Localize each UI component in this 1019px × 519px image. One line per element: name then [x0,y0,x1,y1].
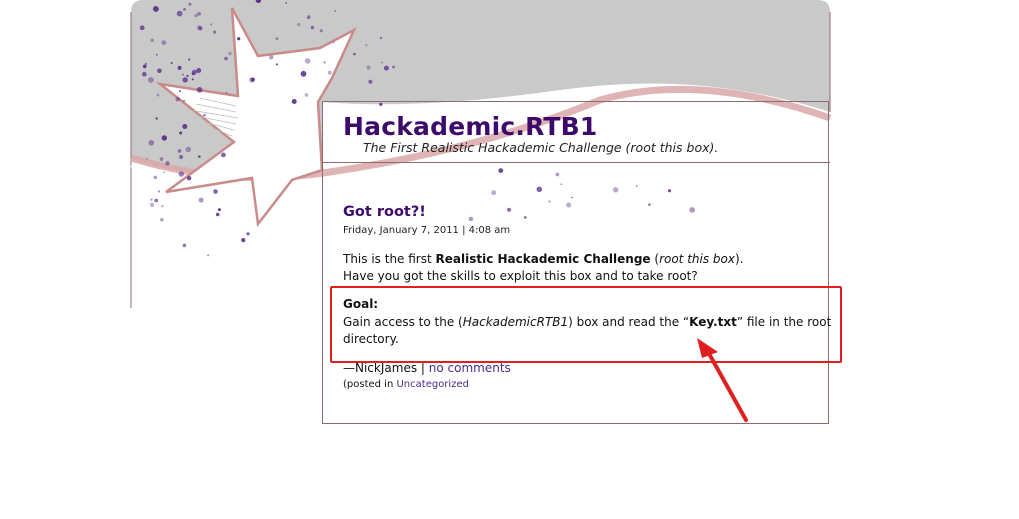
author-name: —NickJames | [343,361,429,375]
site-description: The First Realistic Hackademic Challenge… [363,140,719,155]
post-date: Friday, January 7, 2011 | 4:08 am [343,225,511,236]
intro-line-1: This is the first Realistic Hackademic C… [343,252,744,266]
post-byline: —NickJames | no comments [343,361,511,375]
category-link[interactable]: Uncategorized [396,379,468,390]
post-title-link[interactable]: Got root?! [343,204,426,220]
site-title[interactable]: Hackademic.RTB1 [343,112,598,141]
post-meta: (posted in Uncategorized [343,379,469,390]
goal-highlight-box [330,286,842,363]
comments-link[interactable]: no comments [429,361,511,375]
content-card: Hackademic.RTB1 The First Realistic Hack… [322,101,831,424]
header-divider [323,162,830,163]
intro-line-2: Have you got the skills to exploit this … [343,269,698,283]
